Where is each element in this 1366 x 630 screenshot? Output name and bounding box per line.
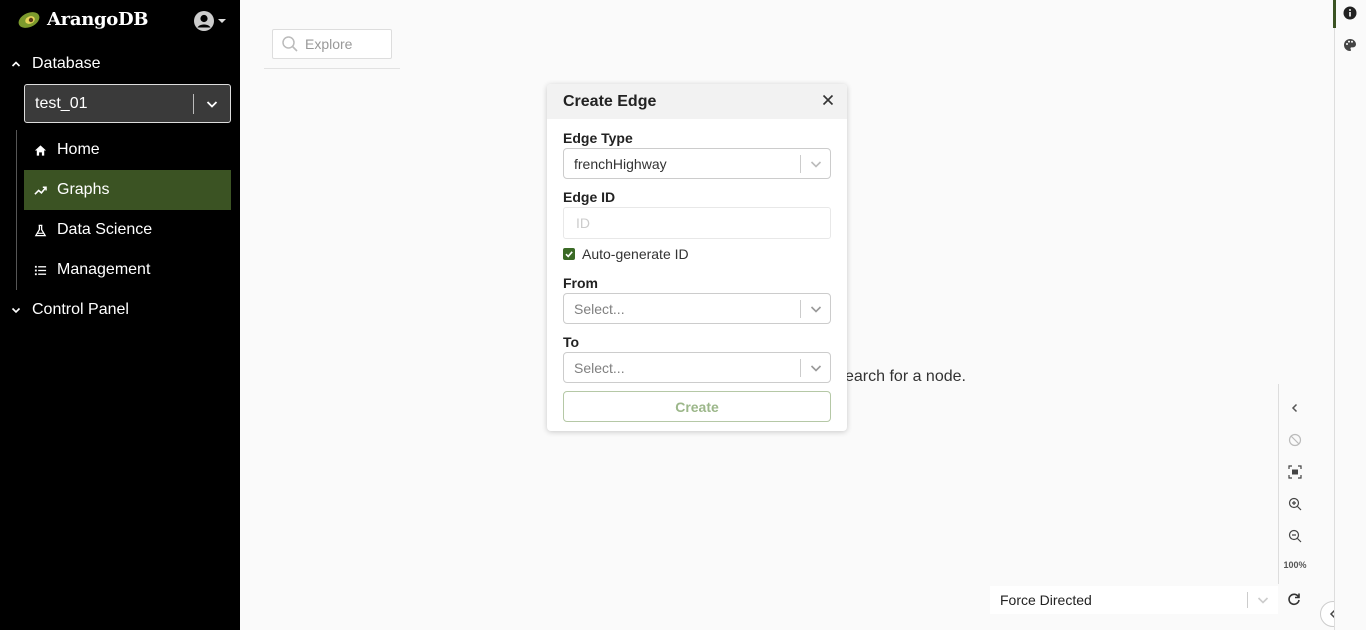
sidebar-item-label: Graphs bbox=[57, 181, 110, 198]
caret-down-icon bbox=[218, 19, 226, 23]
checkmark-icon bbox=[565, 251, 573, 258]
edge-id-label: Edge ID bbox=[563, 189, 616, 205]
active-indicator bbox=[1333, 0, 1336, 28]
chevron-left-icon[interactable] bbox=[1285, 398, 1305, 418]
home-icon bbox=[34, 144, 47, 156]
to-label: To bbox=[563, 334, 580, 350]
logo[interactable]: ArangoDB bbox=[16, 9, 149, 30]
create-button[interactable]: Create bbox=[563, 391, 831, 422]
nav-tree-line bbox=[16, 130, 17, 290]
auto-generate-label: Auto-generate ID bbox=[582, 246, 689, 262]
edge-type-select[interactable]: frenchHighway bbox=[563, 148, 831, 179]
right-panel-strip bbox=[1334, 0, 1366, 630]
sidebar-item-label: Management bbox=[57, 261, 151, 278]
edge-type-label: Edge Type bbox=[563, 130, 633, 146]
sidebar: ArangoDB Database test_01 Home Graphs Da… bbox=[0, 0, 240, 630]
divider bbox=[264, 68, 400, 69]
database-section-toggle[interactable]: Database bbox=[10, 55, 101, 73]
app-name: ArangoDB bbox=[47, 9, 149, 30]
chevron-down-icon bbox=[801, 361, 830, 375]
control-panel-section-label: Control Panel bbox=[32, 301, 129, 318]
graph-toolbar: 100% bbox=[1278, 384, 1310, 584]
dialog-title: Create Edge bbox=[563, 92, 657, 110]
chevron-down-icon bbox=[194, 97, 230, 111]
explore-placeholder: Explore bbox=[305, 36, 353, 52]
fit-view-icon[interactable] bbox=[1285, 462, 1305, 482]
chevron-up-icon bbox=[11, 61, 21, 67]
sidebar-item-label: Home bbox=[57, 141, 100, 158]
auto-generate-checkbox[interactable] bbox=[563, 248, 575, 260]
layout-value: Force Directed bbox=[1000, 592, 1092, 608]
user-menu-button[interactable] bbox=[193, 10, 226, 32]
palette-icon[interactable] bbox=[1342, 37, 1358, 53]
zoom-out-icon[interactable] bbox=[1285, 526, 1305, 546]
sidebar-item-data-science[interactable]: Data Science bbox=[24, 210, 231, 250]
info-icon[interactable] bbox=[1342, 5, 1358, 21]
from-placeholder: Select... bbox=[574, 300, 625, 317]
list-icon bbox=[34, 265, 47, 275]
avocado-logo-icon bbox=[18, 11, 40, 28]
layout-select[interactable]: Force Directed bbox=[990, 586, 1278, 614]
flask-icon bbox=[34, 224, 47, 236]
control-panel-section-toggle[interactable]: Control Panel bbox=[10, 301, 129, 319]
sidebar-item-home[interactable]: Home bbox=[24, 130, 231, 170]
refresh-icon[interactable] bbox=[1284, 589, 1304, 609]
chevron-down-icon bbox=[801, 157, 830, 171]
zoom-level: 100% bbox=[1283, 560, 1307, 570]
empty-graph-hint: earch for a node. bbox=[845, 368, 966, 385]
user-avatar-icon bbox=[194, 11, 214, 31]
from-select[interactable]: Select... bbox=[563, 293, 831, 324]
sidebar-item-management[interactable]: Management bbox=[24, 250, 231, 290]
explore-search-input[interactable]: Explore bbox=[272, 29, 392, 59]
auto-generate-row: Auto-generate ID bbox=[563, 246, 689, 262]
from-label: From bbox=[563, 275, 598, 291]
edge-id-input[interactable] bbox=[563, 207, 831, 239]
to-select[interactable]: Select... bbox=[563, 352, 831, 383]
graph-icon bbox=[34, 186, 47, 195]
edge-type-value: frenchHighway bbox=[574, 155, 667, 172]
chevron-down-icon bbox=[1248, 593, 1278, 607]
database-select-value: test_01 bbox=[35, 94, 88, 112]
dialog-header: Create Edge bbox=[547, 84, 847, 119]
sidebar-item-label: Data Science bbox=[57, 221, 153, 238]
database-section-label: Database bbox=[32, 55, 101, 72]
chevron-down-icon bbox=[11, 307, 21, 314]
database-select[interactable]: test_01 bbox=[24, 84, 231, 123]
sidebar-item-graphs[interactable]: Graphs bbox=[24, 170, 231, 210]
zoom-in-icon[interactable] bbox=[1285, 494, 1305, 514]
chevron-down-icon bbox=[801, 302, 830, 316]
close-icon[interactable] bbox=[821, 93, 835, 112]
create-edge-dialog: Create Edge Edge Type frenchHighway Edge… bbox=[547, 84, 847, 431]
hide-nodes-icon[interactable] bbox=[1285, 430, 1305, 450]
to-placeholder: Select... bbox=[574, 359, 625, 376]
search-icon bbox=[282, 36, 298, 52]
